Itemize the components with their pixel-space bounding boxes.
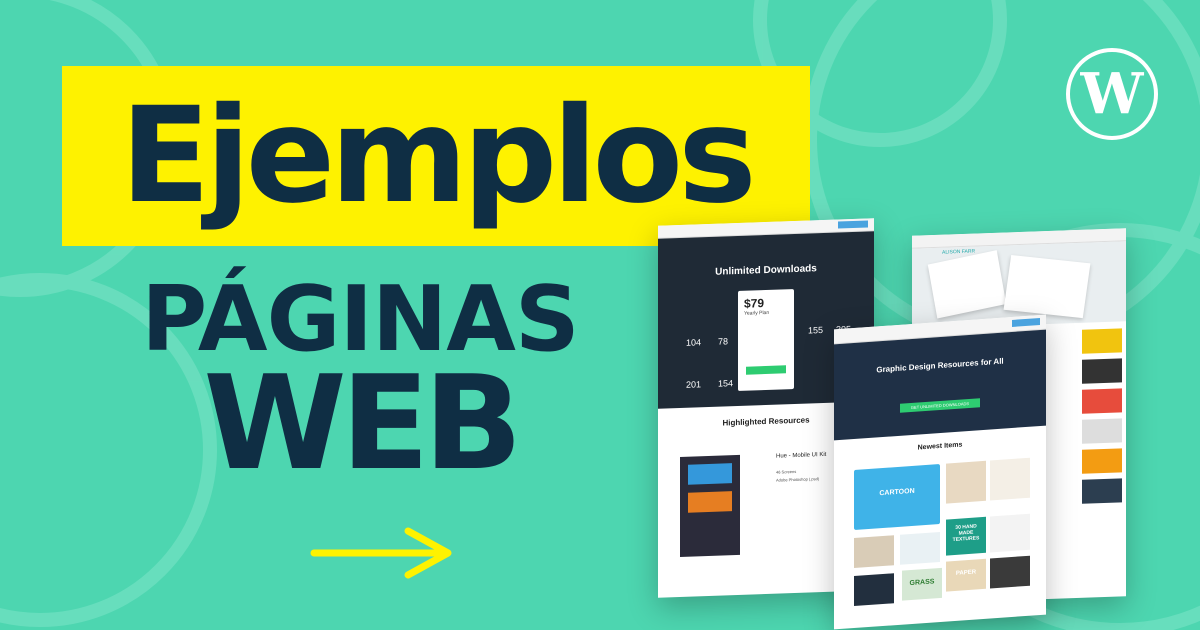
- item-tile: [990, 513, 1030, 553]
- stat-value: 201: [686, 379, 702, 390]
- stat-value: 104: [686, 337, 702, 348]
- item-tile: [990, 457, 1030, 501]
- item-tile: CARTOON: [854, 464, 940, 531]
- tile-label: GRASS: [909, 578, 935, 588]
- price: $79: [744, 296, 765, 311]
- mockup-name: ALISON FARR: [942, 248, 976, 256]
- website-mockup-front: Graphic Design Resources for All GET UNL…: [834, 314, 1046, 630]
- mockup-hero-title: Unlimited Downloads: [715, 263, 817, 278]
- plan-name: Yearly Plan: [744, 309, 770, 317]
- cta-button[interactable]: GET UNLIMITED DOWNLOADS: [900, 398, 980, 413]
- thumbnail-canvas: Ejemplos PÁGINAS WEB W ALISON FARR Unlim…: [0, 0, 1200, 630]
- tile-label: PAPER: [955, 569, 977, 577]
- item-tile: [946, 460, 986, 504]
- stat-value: 155: [808, 325, 824, 336]
- resource-meta: 46 Screens: [776, 468, 797, 475]
- resource-preview: [680, 454, 740, 558]
- item-tile: 30 HAND MADE TEXTURES: [946, 516, 986, 556]
- wordpress-logo: W: [1066, 48, 1158, 140]
- pricing-card: $79 Yearly Plan: [738, 289, 794, 391]
- item-tile: [854, 535, 894, 569]
- item-tile: PAPER: [946, 558, 986, 592]
- mockup-section-title: Newest Items: [917, 441, 963, 452]
- arrow-right-icon: [310, 527, 452, 579]
- item-tile: [990, 555, 1030, 589]
- tile-label: CARTOON: [879, 487, 915, 498]
- item-tile: [854, 573, 894, 607]
- item-tile: [900, 532, 940, 565]
- resource-meta: Adobe Photoshop (.psd): [776, 476, 820, 483]
- mockup-hero: Graphic Design Resources for All GET UNL…: [834, 329, 1046, 441]
- tile-label: 30 HAND MADE TEXTURES: [952, 523, 980, 544]
- title: Ejemplos: [120, 79, 756, 233]
- mockup-hero-title: Graphic Design Resources for All: [876, 356, 1004, 375]
- stat-value: 78: [718, 336, 729, 347]
- subtitle-line-2: WEB: [203, 347, 522, 499]
- resource-title: Hue - Mobile UI Kit: [776, 451, 827, 460]
- wordpress-letter: W: [1080, 61, 1144, 127]
- stat-value: 154: [718, 378, 734, 389]
- item-tile: GRASS: [902, 567, 942, 601]
